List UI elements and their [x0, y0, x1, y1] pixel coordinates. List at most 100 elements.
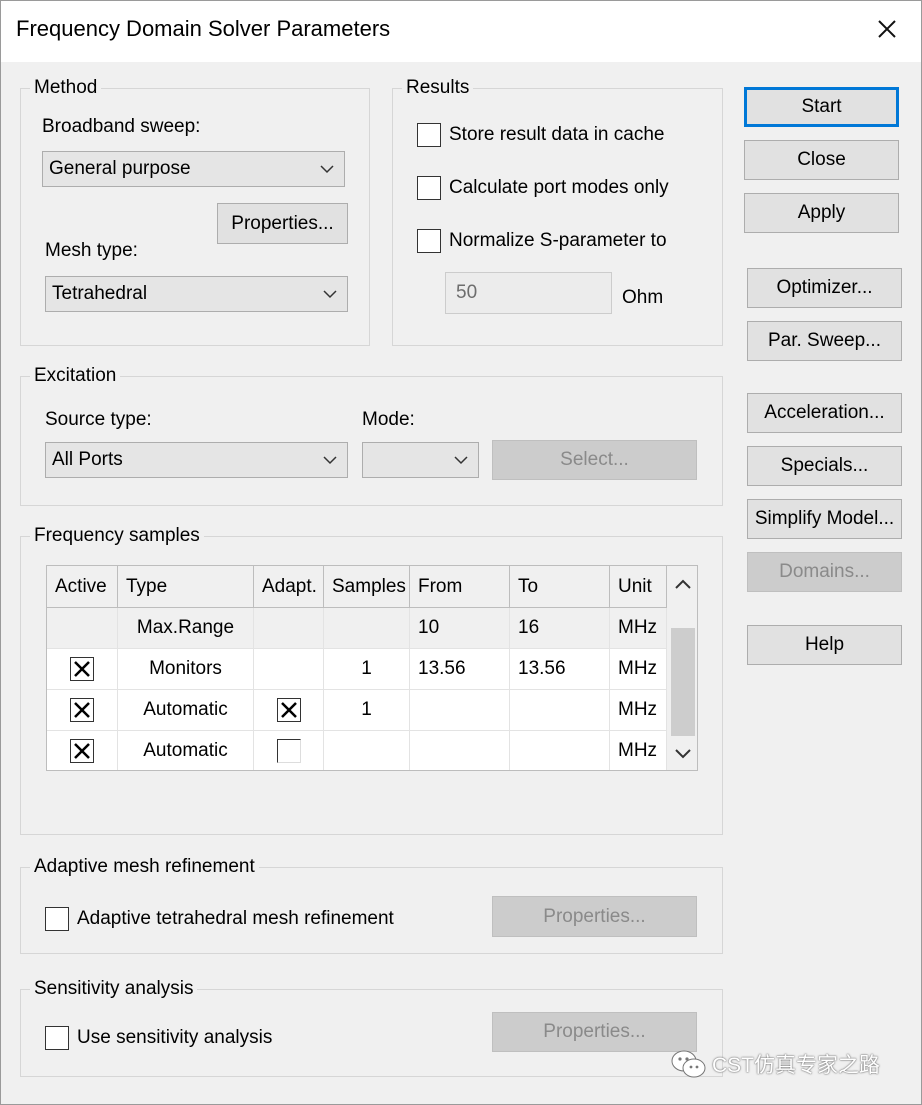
adapt-checkbox-checked[interactable] — [276, 698, 301, 722]
scroll-down-icon[interactable] — [674, 748, 692, 760]
cell-adapt — [254, 608, 324, 649]
column-header-active[interactable]: Active — [47, 566, 118, 608]
optimizer-button[interactable]: Optimizer... — [747, 268, 902, 308]
cell-type: Automatic — [118, 690, 254, 731]
cell-from[interactable]: 13.56 — [410, 649, 510, 690]
adaptive-mesh-checkbox[interactable] — [45, 907, 69, 931]
specials-button[interactable]: Specials... — [747, 446, 902, 486]
frequency-samples-table[interactable]: Active Type Adapt. Samples From To Unit … — [46, 565, 698, 771]
cell-adapt[interactable] — [254, 690, 324, 731]
cell-unit[interactable]: MHz — [610, 608, 667, 649]
help-button[interactable]: Help — [747, 625, 902, 665]
cell-from[interactable] — [410, 690, 510, 731]
mesh-type-label: Mesh type: — [45, 240, 138, 261]
mode-select[interactable] — [362, 442, 479, 478]
column-header-samples[interactable]: Samples — [324, 566, 410, 608]
cell-active[interactable] — [47, 690, 118, 731]
source-type-label: Source type: — [45, 409, 152, 430]
column-header-type[interactable]: Type — [118, 566, 254, 608]
sensitivity-checkbox[interactable] — [45, 1026, 69, 1050]
cell-from[interactable]: 10 — [410, 608, 510, 649]
chevron-down-icon — [454, 456, 468, 465]
scrollbar-thumb[interactable] — [671, 628, 695, 736]
sensitivity-option[interactable]: Use sensitivity analysis — [45, 1026, 272, 1050]
domains-button[interactable]: Domains... — [747, 552, 902, 592]
checked-x-icon — [280, 702, 297, 718]
source-type-select[interactable]: All Ports — [45, 442, 348, 478]
chevron-down-icon — [320, 165, 334, 174]
sensitivity-label: Use sensitivity analysis — [77, 1027, 273, 1048]
broadband-sweep-select[interactable]: General purpose — [42, 151, 345, 187]
source-type-value: All Ports — [52, 449, 123, 470]
cell-to[interactable] — [510, 690, 610, 731]
store-cache-label: Store result data in cache — [449, 124, 665, 145]
table-row[interactable]: Automatic 1 MHz — [47, 690, 667, 731]
port-modes-checkbox[interactable] — [417, 176, 441, 200]
cell-to[interactable]: 16 — [510, 608, 610, 649]
store-cache-option[interactable]: Store result data in cache — [417, 123, 664, 147]
cell-samples[interactable] — [324, 608, 410, 649]
cell-samples[interactable] — [324, 731, 410, 770]
cell-unit[interactable]: MHz — [610, 731, 667, 770]
column-header-unit[interactable]: Unit — [610, 566, 667, 608]
cell-to[interactable]: 13.56 — [510, 649, 610, 690]
start-button[interactable]: Start — [744, 87, 899, 127]
checked-x-icon — [74, 702, 90, 718]
cell-to[interactable] — [510, 731, 610, 770]
active-checkbox-checked[interactable] — [70, 657, 94, 681]
cell-type: Monitors — [118, 649, 254, 690]
table-row[interactable]: Max.Range 10 16 MHz — [47, 608, 667, 649]
normalize-option[interactable]: Normalize S-parameter to — [417, 229, 667, 253]
adaptive-properties-button[interactable]: Properties... — [492, 896, 697, 937]
window-title: Frequency Domain Solver Parameters — [16, 16, 391, 41]
cell-adapt — [254, 649, 324, 690]
cell-adapt[interactable] — [254, 731, 324, 770]
apply-button[interactable]: Apply — [744, 193, 899, 233]
chevron-down-icon — [323, 290, 337, 299]
close-button[interactable]: Close — [744, 140, 899, 180]
method-group-label: Method — [30, 77, 102, 99]
broadband-sweep-label: Broadband sweep: — [42, 116, 201, 137]
table-scrollbar[interactable] — [667, 566, 697, 770]
column-header-to[interactable]: To — [510, 566, 610, 608]
active-checkbox-checked[interactable] — [70, 698, 94, 722]
column-header-from[interactable]: From — [410, 566, 510, 608]
simplify-model-button[interactable]: Simplify Model... — [747, 499, 902, 539]
close-window-icon[interactable] — [870, 12, 904, 46]
adaptive-mesh-group-label: Adaptive mesh refinement — [30, 856, 259, 878]
cell-samples[interactable]: 1 — [324, 690, 410, 731]
method-properties-button[interactable]: Properties... — [217, 203, 348, 244]
watermark: CST仿真专家之路 — [670, 1049, 880, 1079]
mesh-type-select[interactable]: Tetrahedral — [45, 276, 348, 312]
store-cache-checkbox[interactable] — [417, 123, 441, 147]
normalize-checkbox[interactable] — [417, 229, 441, 253]
cell-active[interactable] — [47, 731, 118, 770]
wechat-icon — [671, 1050, 706, 1078]
cell-active[interactable] — [47, 649, 118, 690]
cell-unit[interactable]: MHz — [610, 649, 667, 690]
adaptive-mesh-option[interactable]: Adaptive tetrahedral mesh refinement — [45, 907, 394, 931]
port-modes-option[interactable]: Calculate port modes only — [417, 176, 669, 200]
adapt-checkbox-unchecked[interactable] — [276, 739, 301, 763]
active-checkbox-checked[interactable] — [70, 739, 94, 763]
normalize-label: Normalize S-parameter to — [449, 230, 667, 251]
cell-type: Max.Range — [118, 608, 254, 649]
table-row[interactable]: Automatic MHz — [47, 731, 667, 770]
cell-samples[interactable]: 1 — [324, 649, 410, 690]
cell-unit[interactable]: MHz — [610, 690, 667, 731]
cell-active — [47, 608, 118, 649]
cell-from[interactable] — [410, 731, 510, 770]
sensitivity-properties-button[interactable]: Properties... — [492, 1012, 697, 1052]
scroll-up-icon[interactable] — [674, 578, 692, 590]
select-mode-button[interactable]: Select... — [492, 440, 697, 480]
par-sweep-button[interactable]: Par. Sweep... — [747, 321, 902, 361]
results-group-label: Results — [402, 77, 474, 99]
acceleration-button[interactable]: Acceleration... — [747, 393, 902, 433]
impedance-input[interactable]: 50 — [445, 272, 612, 314]
table-row[interactable]: Monitors 1 13.56 13.56 MHz — [47, 649, 667, 690]
impedance-unit-label: Ohm — [622, 287, 664, 308]
sensitivity-group-label: Sensitivity analysis — [30, 978, 198, 1000]
column-header-adapt[interactable]: Adapt. — [254, 566, 324, 608]
excitation-group-label: Excitation — [30, 365, 121, 387]
mesh-type-value: Tetrahedral — [52, 283, 148, 304]
